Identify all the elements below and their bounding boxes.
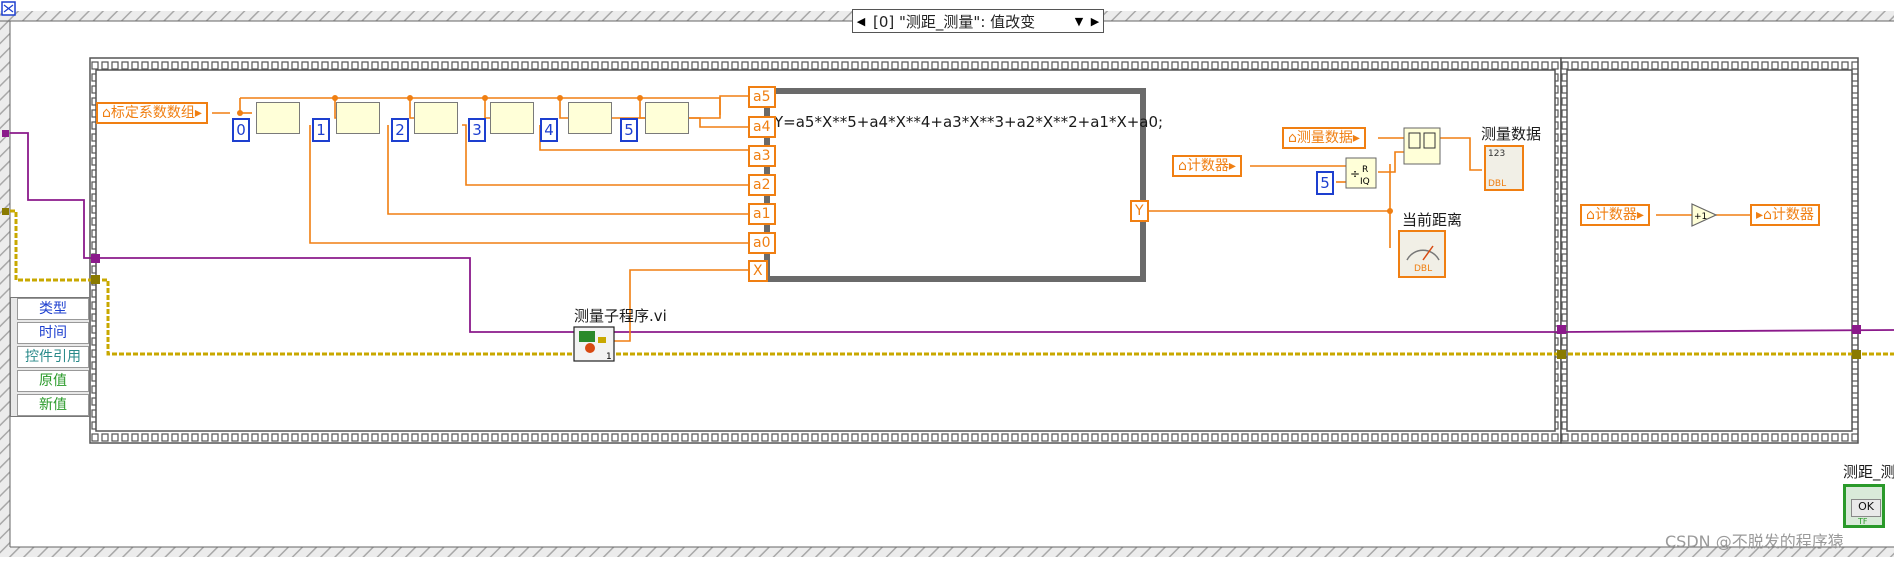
sequence-frame-2 — [1560, 57, 1859, 444]
counter-local-read-label: 计数器 — [1186, 158, 1229, 174]
error-tunnel-3 — [1852, 350, 1861, 359]
formula-input-a0[interactable]: a0 — [748, 232, 776, 254]
next-case-arrow-icon[interactable]: ▶ — [1087, 15, 1103, 28]
index-const-5[interactable]: 5 — [620, 118, 638, 142]
ok-button-label: 测距_测 — [1843, 463, 1894, 481]
measured-data-indicator[interactable]: 123 DBL — [1484, 145, 1524, 191]
event-left-tunnel — [2, 130, 9, 137]
gauge-icon — [1406, 245, 1440, 261]
ok-button-type: TF — [1858, 517, 1868, 526]
measured-data-type: DBL — [1488, 179, 1507, 189]
svg-text:1: 1 — [606, 352, 612, 362]
index-const-3[interactable]: 3 — [468, 118, 486, 142]
index-array-node-1[interactable] — [336, 102, 380, 134]
array-indicator-icon: 123 — [1488, 149, 1506, 159]
quotient-remainder-node[interactable]: ÷ R IQ — [1345, 157, 1377, 189]
counter-local-read[interactable]: ⌂计数器▸ — [1172, 155, 1242, 177]
index-array-node-3[interactable] — [490, 102, 534, 134]
subvi-label: 测量子程序.vi — [574, 307, 667, 325]
refnum-tunnel — [91, 254, 100, 263]
formula-expression[interactable]: Y=a5*X**5+a4*X**4+a3*X**3+a2*X**2+a1*X+a… — [774, 113, 1163, 131]
counter-local-read-2[interactable]: ⌂计数器▸ — [1580, 204, 1650, 226]
formula-input-a4[interactable]: a4 — [748, 116, 776, 138]
coef-array-local[interactable]: ⌂标定系数数组▸ — [96, 102, 208, 124]
event-field-control-ref[interactable]: 控件引用 — [17, 346, 89, 368]
svg-text:R: R — [1362, 165, 1368, 175]
current-distance-type: DBL — [1414, 264, 1433, 274]
build-array-node[interactable] — [1403, 127, 1441, 165]
svg-text:+1: +1 — [1694, 212, 1707, 222]
event-data-node[interactable]: 类型 时间 控件引用 原值 新值 — [10, 297, 90, 417]
formula-input-x[interactable]: X — [748, 260, 768, 282]
prev-case-arrow-icon[interactable]: ◀ — [853, 15, 869, 28]
event-case-label: [0] "测距_测量": 值改变 — [873, 12, 1036, 31]
measured-data-local-label: 测量数据 — [1296, 130, 1353, 146]
current-distance-label: 当前距离 — [1402, 211, 1463, 229]
formula-input-a3[interactable]: a3 — [748, 145, 776, 167]
event-field-time[interactable]: 时间 — [17, 322, 89, 344]
formula-input-a2[interactable]: a2 — [748, 174, 776, 196]
counter-local-read-2-label: 计数器 — [1594, 207, 1637, 223]
formula-input-a1[interactable]: a1 — [748, 203, 776, 225]
event-field-type[interactable]: 类型 — [17, 298, 89, 320]
counter-local-write-label: 计数器 — [1771, 207, 1814, 223]
event-field-new-value[interactable]: 新值 — [17, 394, 89, 416]
event-left-tunnel-2 — [2, 208, 9, 215]
ok-button-face: OK — [1851, 499, 1881, 517]
subvi-icon[interactable]: 1 — [573, 326, 615, 362]
event-case-selector[interactable]: ◀ [0] "测距_测量": 值改变 ▼ ▶ — [852, 9, 1104, 33]
formula-output-y[interactable]: Y — [1130, 200, 1149, 222]
error-tunnel — [91, 275, 100, 284]
measured-data-local[interactable]: ⌂测量数据▸ — [1282, 127, 1366, 149]
index-const-2[interactable]: 2 — [391, 118, 409, 142]
refnum-tunnel-2 — [1557, 325, 1566, 334]
svg-text:÷: ÷ — [1350, 167, 1360, 181]
watermark: CSDN @不脱发的程序猿 — [1665, 532, 1844, 551]
refnum-tunnel-3 — [1852, 325, 1861, 334]
coef-array-label: 标定系数数组 — [110, 105, 195, 121]
event-field-old-value[interactable]: 原值 — [17, 370, 89, 392]
event-structure-corner-icon[interactable] — [1, 1, 16, 16]
index-array-node-4[interactable] — [568, 102, 612, 134]
index-array-node-2[interactable] — [414, 102, 458, 134]
error-tunnel-2 — [1557, 350, 1566, 359]
svg-text:IQ: IQ — [1360, 177, 1370, 187]
current-distance-gauge[interactable]: DBL — [1398, 230, 1446, 278]
formula-input-a5[interactable]: a5 — [748, 86, 776, 108]
ok-button-terminal[interactable]: OK TF — [1843, 484, 1885, 528]
index-const-0[interactable]: 0 — [232, 118, 250, 142]
counter-local-write[interactable]: ▸⌂计数器 — [1750, 204, 1820, 226]
divisor-const[interactable]: 5 — [1316, 171, 1334, 195]
measured-data-indicator-label: 测量数据 — [1481, 125, 1542, 143]
index-const-1[interactable]: 1 — [312, 118, 330, 142]
index-const-4[interactable]: 4 — [540, 118, 558, 142]
index-array-node-5[interactable] — [645, 102, 689, 134]
case-dropdown-icon[interactable]: ▼ — [1071, 15, 1087, 28]
index-array-node-0[interactable] — [256, 102, 300, 134]
